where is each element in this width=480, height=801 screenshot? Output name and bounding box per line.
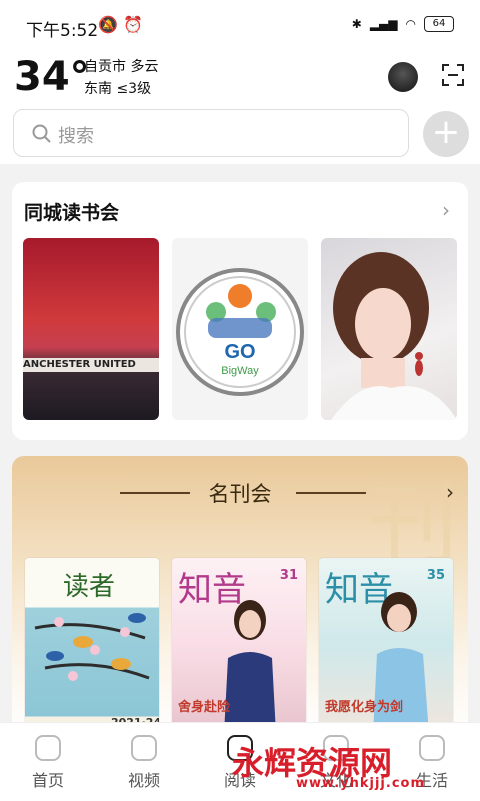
- book-club-thumb[interactable]: GO BigWay: [172, 238, 308, 420]
- status-time: 下午5:52: [26, 21, 99, 41]
- chevron-right-icon[interactable]: ›: [446, 480, 454, 504]
- weather-location[interactable]: 自贡市 多云: [84, 56, 158, 76]
- wifi-icon: ◠: [405, 17, 416, 31]
- home-icon: [35, 735, 61, 761]
- scan-icon[interactable]: [442, 64, 464, 86]
- book-club-card: 同城读书会 › ANCHESTER UNITED GO BigWay: [12, 182, 468, 440]
- video-icon: [131, 735, 157, 761]
- logo-text-bigway: BigWay: [221, 365, 259, 377]
- battery-indicator: 64: [424, 16, 454, 32]
- notification-muted-icon: 🔕 ⏰: [98, 15, 143, 34]
- weather-header: 34° 自贡市 多云 东南 ≤3级 搜索 +: [0, 52, 480, 164]
- tab-label: 首页: [31, 771, 64, 790]
- magazine-headline: 舍身赴险: [178, 700, 231, 715]
- tab-video[interactable]: 视频: [104, 735, 184, 791]
- book-club-thumb[interactable]: ANCHESTER UNITED: [23, 238, 159, 420]
- book-club-title[interactable]: 同城读书会: [24, 198, 119, 225]
- status-right: ✱ ▂▄▆ ◠ 64: [352, 16, 454, 32]
- tab-label: 视频: [127, 771, 160, 790]
- search-input[interactable]: 搜索: [13, 109, 409, 157]
- bluetooth-icon: ✱: [351, 17, 362, 31]
- add-button[interactable]: +: [423, 111, 469, 157]
- book-club-thumb[interactable]: [321, 238, 457, 420]
- weather-wind: 东南 ≤3级: [84, 81, 152, 97]
- magazine-cover[interactable]: 知音 31 舍身赴险: [172, 558, 306, 734]
- search-icon: [32, 124, 51, 143]
- magazine-headline: 我愿化身为剑: [325, 700, 404, 715]
- life-icon: [419, 735, 445, 761]
- chevron-right-icon[interactable]: ›: [442, 198, 450, 222]
- thumb-caption: ANCHESTER UNITED: [23, 358, 159, 372]
- temperature[interactable]: 34°: [14, 54, 90, 100]
- watermark-url: www.yhkjjj.com: [296, 776, 426, 791]
- bigway-logo: GO BigWay: [176, 268, 304, 396]
- status-bar: 下午5:52 🔕 ⏰ ✱ ▂▄▆ ◠ 64: [0, 0, 480, 52]
- magazine-cover[interactable]: 知音 35 我愿化身为剑: [319, 558, 453, 734]
- magazine-cover[interactable]: 读者 2021·24: [25, 558, 159, 734]
- bird-illustration: [34, 613, 150, 681]
- search-placeholder: 搜索: [58, 126, 94, 147]
- tab-home[interactable]: 首页: [8, 735, 88, 791]
- magazine-title[interactable]: 名刊会: [12, 478, 468, 508]
- magazine-card: 刊 名刊会 › 读者 2021·24 知音 31 舍身赴险 知音 35: [12, 456, 468, 736]
- signal-icon: ▂▄▆: [369, 17, 398, 31]
- avatar[interactable]: [388, 62, 418, 92]
- portrait-image: [331, 252, 457, 420]
- site-watermark: 永辉资源网 www.yhkjjj.com: [232, 738, 424, 791]
- logo-text-go: GO: [224, 341, 255, 363]
